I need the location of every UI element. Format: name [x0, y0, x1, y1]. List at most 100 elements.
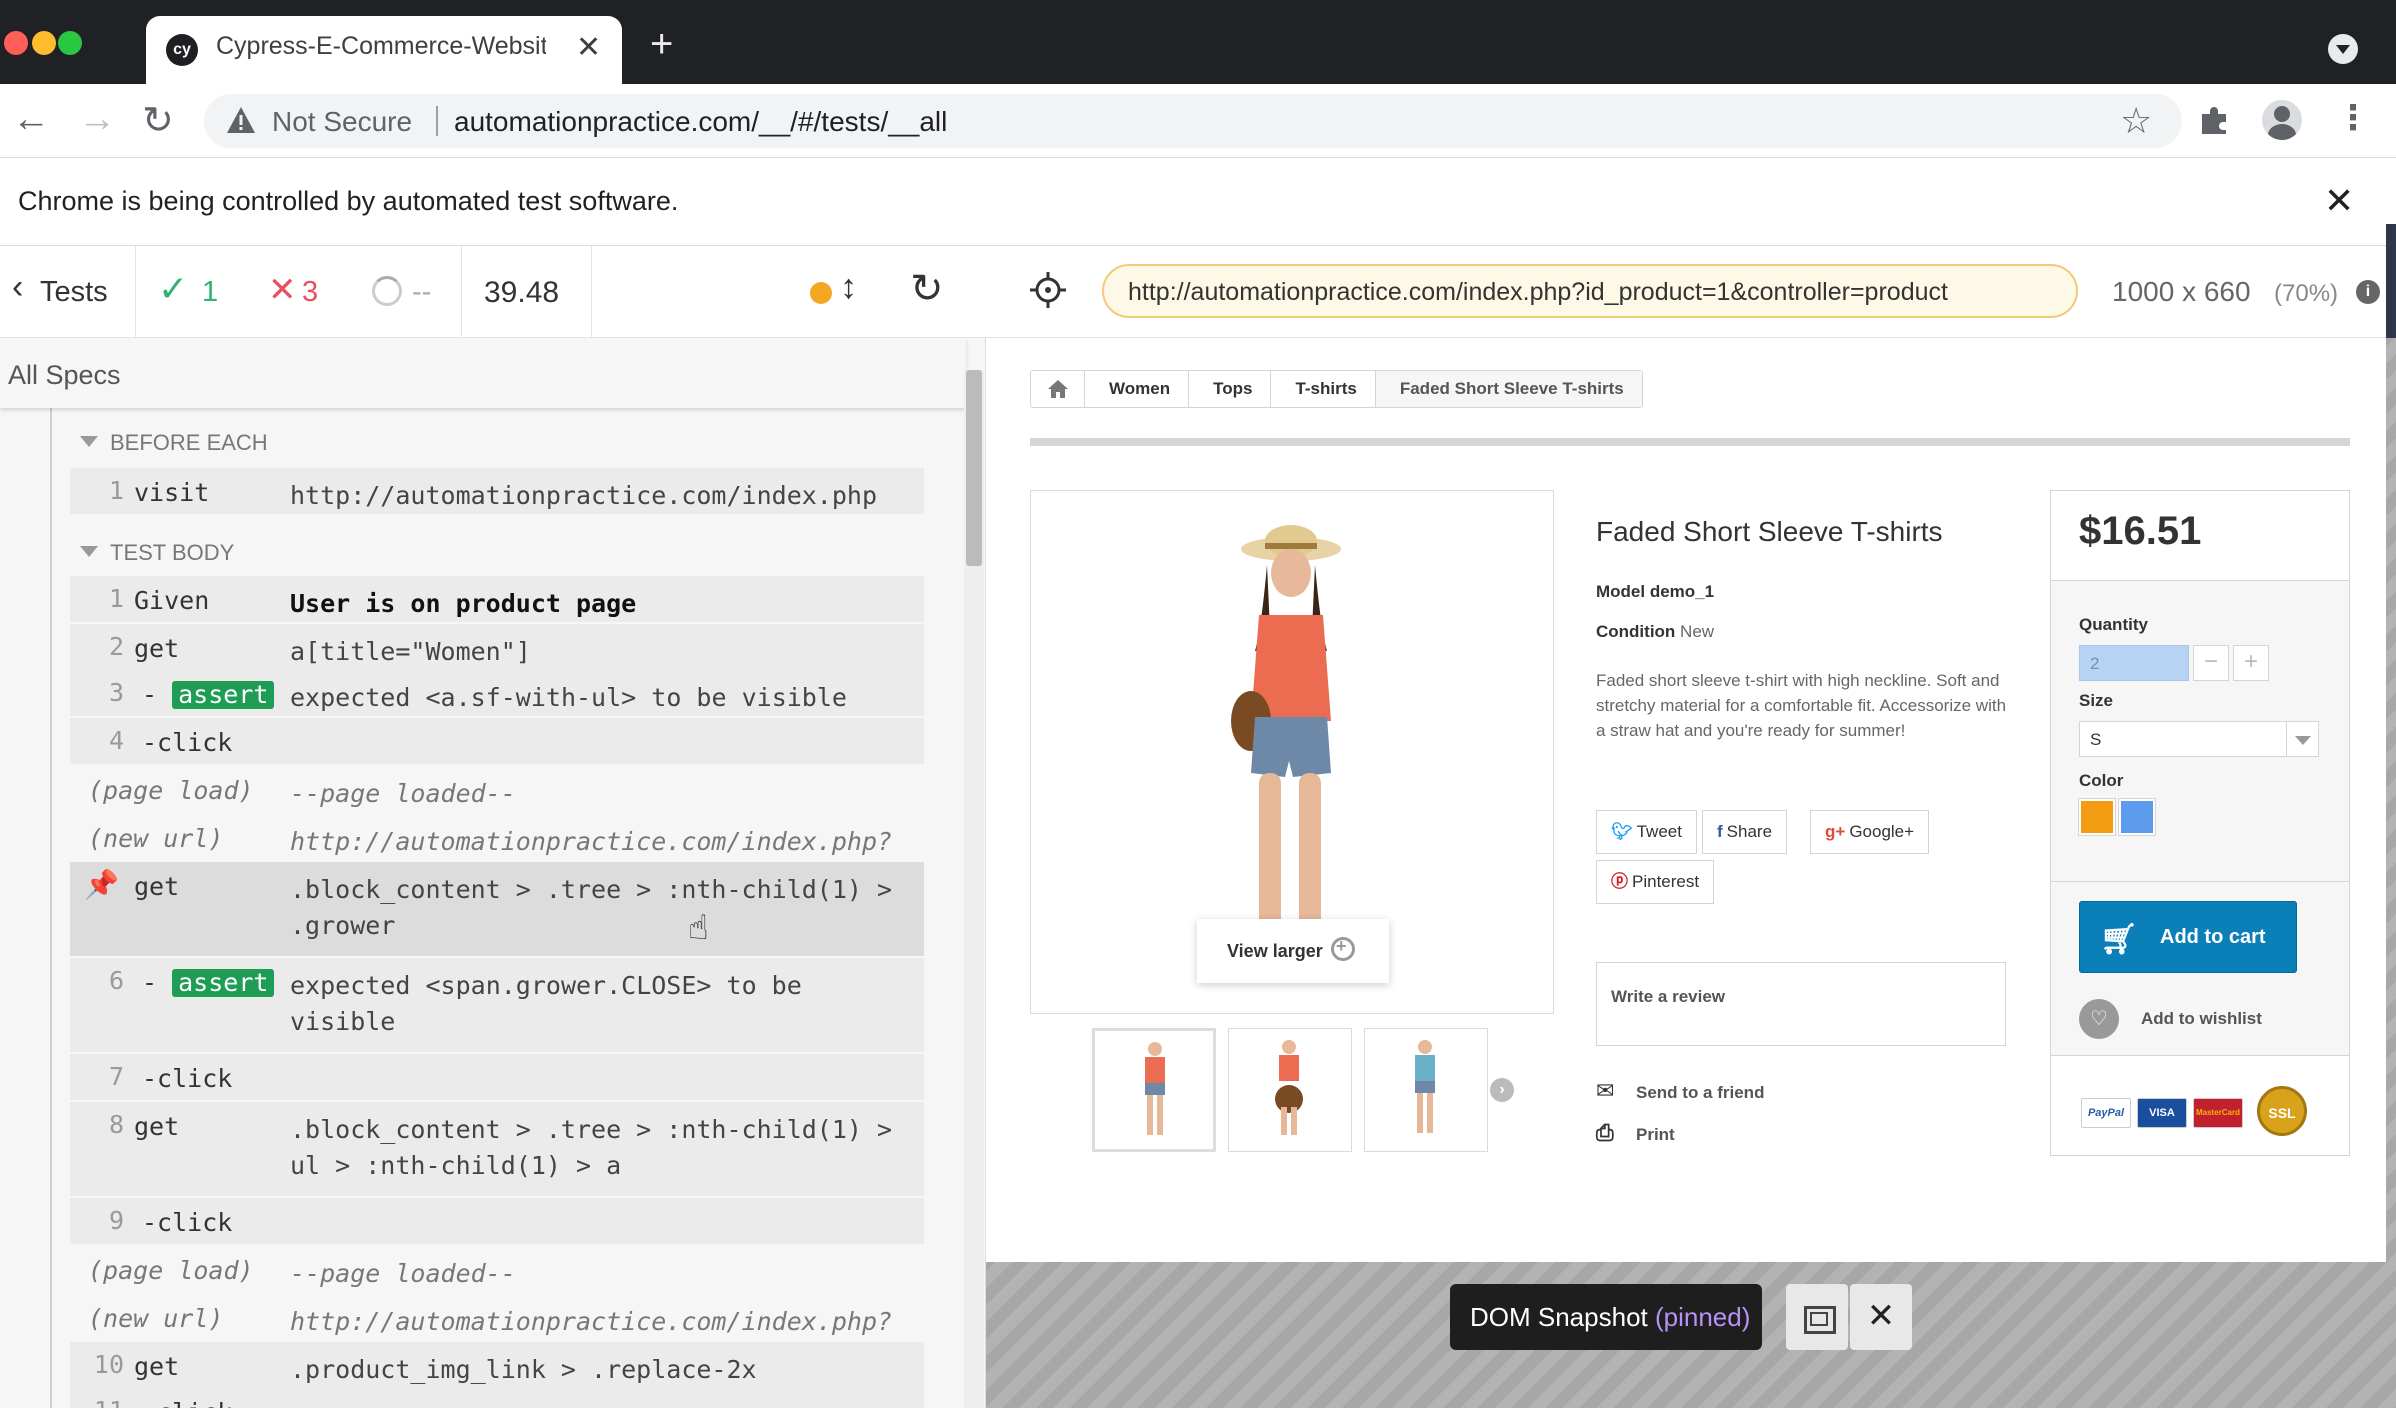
pin-icon[interactable]: 📌: [84, 868, 119, 901]
before-each-header[interactable]: BEFORE EACH: [110, 430, 268, 456]
command-row[interactable]: 7 -click: [70, 1054, 924, 1100]
tab-title: Cypress-E-Commerce-Website: [216, 32, 546, 60]
product-thumbnail[interactable]: [1092, 1028, 1216, 1152]
command-row[interactable]: 4 -click: [70, 718, 924, 764]
not-secure-label[interactable]: Not Secure: [272, 106, 412, 138]
pinterest-button[interactable]: ⓟ Pinterest: [1596, 860, 1715, 904]
new-tab-plus-icon[interactable]: +: [650, 22, 673, 67]
command-row[interactable]: 11 -click: [70, 1388, 924, 1408]
event-name: (new url): [88, 824, 224, 853]
condition-label: Condition: [1596, 622, 1676, 641]
command-number: 2: [108, 632, 124, 661]
event-name: (page load): [88, 776, 254, 805]
maximize-window-button[interactable]: [58, 31, 82, 55]
write-review-box[interactable]: Write a review: [1596, 962, 2006, 1046]
event-row[interactable]: (new url) http://automationpractice.com/…: [70, 814, 924, 892]
product-image[interactable]: View larger: [1030, 490, 1554, 1014]
reporter-scrollbar[interactable]: [964, 370, 984, 1408]
command-name: -click: [142, 1208, 233, 1237]
profile-avatar-icon[interactable]: [2262, 100, 2302, 140]
print-link[interactable]: ⎙ Print: [1596, 1120, 1675, 1146]
product-thumbnail[interactable]: [1228, 1028, 1352, 1152]
visa-logo: VISA: [2137, 1098, 2187, 1128]
pinterest-label: Pinterest: [1632, 872, 1700, 891]
send-to-friend-link[interactable]: ✉ Send to a friend: [1596, 1078, 1764, 1104]
thumbnail-next-arrow-icon[interactable]: ›: [1490, 1078, 1514, 1102]
quantity-plus-button[interactable]: +: [2233, 645, 2269, 681]
auto-scroll-dot-icon[interactable]: [810, 282, 832, 304]
command-row[interactable]: 2 get a[title="Women"]: [70, 624, 924, 670]
command-row[interactable]: 9 -click: [70, 1198, 924, 1244]
breadcrumb-tshirts[interactable]: T-shirts: [1271, 371, 1376, 407]
google-plus-button[interactable]: g+ Google+: [1810, 810, 1930, 854]
reload-icon[interactable]: ↻: [142, 98, 174, 143]
event-message: --page loaded--: [290, 779, 516, 808]
command-row[interactable]: 1 visit http://automationpractice.com/in…: [70, 468, 924, 514]
snapshot-highlight-toggle-icon[interactable]: [1786, 1284, 1848, 1350]
command-name: -click: [142, 1398, 232, 1408]
command-row[interactable]: 3 - assert expected <a.sf-with-ul> to be…: [70, 670, 924, 716]
command-row[interactable]: 6 - assert expected <span.grower.CLOSE> …: [70, 958, 924, 1052]
product-photo: [1231, 525, 1341, 949]
assert-badge: assert: [172, 681, 275, 709]
color-swatch-orange[interactable]: [2078, 798, 2116, 836]
back-arrow-icon[interactable]: ←: [12, 98, 50, 141]
all-specs-bar[interactable]: All Specs: [0, 338, 966, 408]
tab-close-icon[interactable]: ✕: [576, 30, 601, 65]
chevron-left-icon: ‹: [12, 268, 24, 306]
collapse-triangle-icon[interactable]: [80, 436, 98, 447]
product-description: Faded short sleeve t-shirt with high nec…: [1596, 671, 2007, 740]
ssl-badge-logo: SSL: [2257, 1086, 2307, 1136]
zoom-in-icon: [1331, 936, 1355, 961]
add-to-cart-button[interactable]: 🛒︎ Add to cart: [2079, 901, 2297, 973]
minimize-window-button[interactable]: [32, 31, 56, 55]
quantity-input[interactable]: 2: [2079, 645, 2189, 681]
browser-tab[interactable]: cy Cypress-E-Commerce-Website ✕: [146, 16, 622, 84]
command-row[interactable]: 10 get .product_img_link > .replace-2x: [70, 1342, 924, 1388]
extensions-puzzle-icon[interactable]: [2198, 102, 2232, 136]
command-row[interactable]: 8 get .block_content > .tree > :nth-chil…: [70, 1102, 924, 1196]
bookmark-star-icon[interactable]: ☆: [2120, 100, 2152, 142]
color-swatch-blue[interactable]: [2118, 798, 2156, 836]
tab-search-chevron-icon[interactable]: [2328, 34, 2358, 64]
tests-back-button[interactable]: ‹ Tests: [0, 246, 136, 338]
command-row[interactable]: 1 Given User is on product page: [70, 576, 924, 622]
viewport-info-icon[interactable]: i: [2356, 280, 2380, 304]
forward-arrow-icon[interactable]: →: [78, 98, 116, 141]
quantity-minus-button[interactable]: −: [2193, 645, 2229, 681]
scrollbar-thumb[interactable]: [966, 370, 982, 566]
view-larger-label: View larger: [1227, 941, 1323, 961]
failed-x-icon: ✕: [268, 271, 297, 309]
infobar-message: Chrome is being controlled by automated …: [18, 186, 679, 216]
selector-playground-crosshair-icon[interactable]: [1028, 270, 1068, 310]
collapse-triangle-icon[interactable]: [80, 546, 98, 557]
restart-tests-icon[interactable]: ↻: [910, 266, 944, 312]
command-row-pinned[interactable]: 📌 get .block_content > .tree > :nth-chil…: [70, 862, 924, 956]
size-select[interactable]: S: [2079, 721, 2319, 757]
test-body-header[interactable]: TEST BODY: [110, 540, 234, 566]
breadcrumb-tops[interactable]: Tops: [1189, 371, 1272, 407]
command-message: expected <a.sf-with-ul> to be visible: [290, 680, 910, 716]
snapshot-close-icon[interactable]: ✕: [1850, 1284, 1912, 1350]
auto-scroll-arrows-icon[interactable]: ↕: [840, 268, 857, 307]
home-icon[interactable]: [1031, 371, 1085, 407]
add-to-wishlist-link[interactable]: Add to wishlist: [2141, 1009, 2262, 1029]
reporter-header: ‹ Tests ✓ 1 ✕ 3 -- 39.48 ↕ ↻: [0, 246, 986, 338]
address-bar[interactable]: Not Secure automationpractice.com/__/#/t…: [204, 94, 2182, 148]
close-window-button[interactable]: [4, 31, 28, 55]
heart-icon[interactable]: ♡: [2079, 999, 2119, 1039]
infobar-close-icon[interactable]: ✕: [2324, 180, 2354, 222]
event-row[interactable]: (new url) http://automationpractice.com/…: [70, 1294, 924, 1372]
browser-menu-icon[interactable]: ⋮: [2336, 98, 2370, 138]
product-thumbnail[interactable]: [1364, 1028, 1488, 1152]
viewport-size: 1000 x 660: [2112, 276, 2251, 307]
tweet-button[interactable]: 🐦︎ Tweet: [1596, 810, 1697, 854]
event-row[interactable]: (page load) --page loaded--: [70, 1246, 924, 1292]
view-larger-button[interactable]: View larger: [1197, 919, 1389, 983]
aut-url-bar[interactable]: http://automationpractice.com/index.php?…: [1102, 264, 2078, 318]
share-button[interactable]: f Share: [1702, 810, 1788, 854]
event-row[interactable]: (page load) --page loaded--: [70, 766, 924, 812]
address-url[interactable]: automationpractice.com/__/#/tests/__all: [454, 106, 947, 138]
breadcrumb-women[interactable]: Women: [1085, 371, 1190, 407]
twitter-icon: 🐦︎: [1611, 822, 1633, 841]
